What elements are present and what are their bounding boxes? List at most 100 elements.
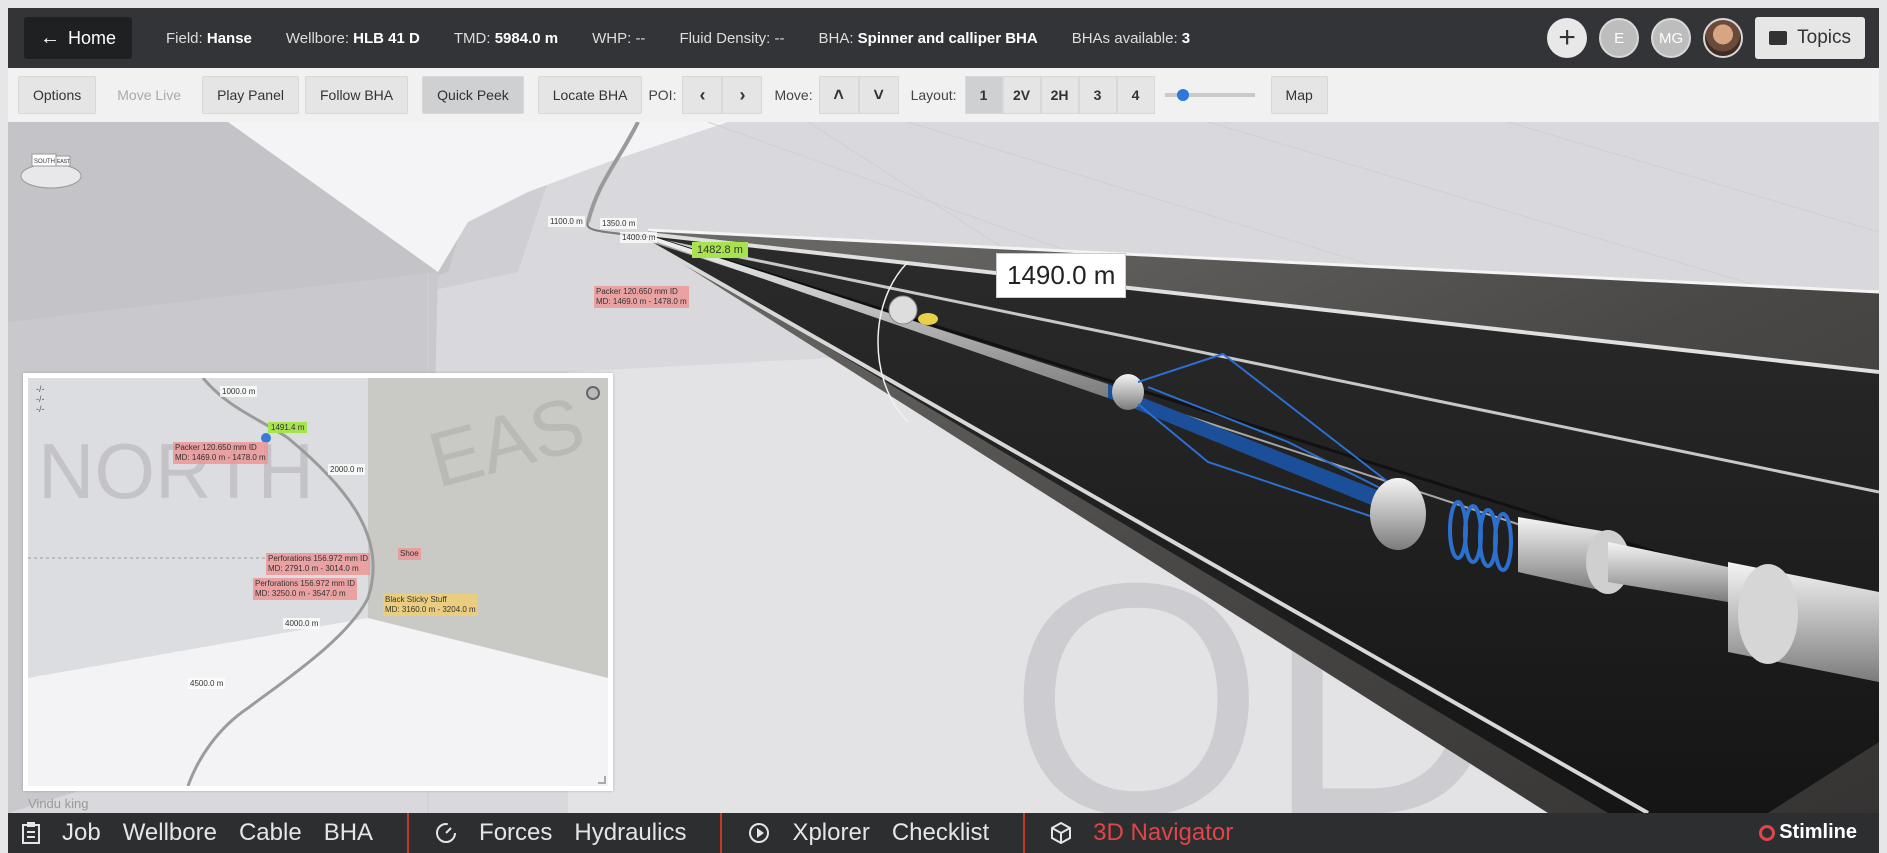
avatar-mg[interactable]: MG xyxy=(1651,18,1692,58)
vindu-label: Vindu king xyxy=(28,796,89,811)
home-button[interactable]: ← Home xyxy=(24,17,133,59)
minimap-label-2000: 2000.0 m xyxy=(328,464,366,475)
minimap-bha-depth[interactable]: 1491.4 m xyxy=(268,422,308,433)
sticky-label-line1: Black Sticky Stuff xyxy=(385,595,447,604)
minimap-coord-2: -/- xyxy=(36,394,45,404)
nav-xplorer[interactable]: Xplorer xyxy=(792,819,869,847)
move-down-button[interactable]: ˅ xyxy=(858,76,899,114)
layout-1-button[interactable]: 1 xyxy=(964,76,1003,114)
quick-peek-button[interactable]: Quick Peek xyxy=(422,76,524,114)
layout-3-button[interactable]: 3 xyxy=(1078,76,1117,114)
nav-wellbore[interactable]: Wellbore xyxy=(123,819,217,847)
nav-cable[interactable]: Cable xyxy=(239,819,302,847)
minimap-coord-1: -/- xyxy=(36,384,45,394)
perforations-1-line1: Perforations 156.972 mm ID xyxy=(268,554,369,563)
bottom-nav-bar: Job Wellbore Cable BHA Forces Hydraulics… xyxy=(8,813,1879,853)
fluid-density-info: Fluid Density: -- xyxy=(679,29,785,47)
spinner-collar xyxy=(1370,478,1426,550)
packer-label-line2: MD: 1469.0 m - 1478.0 m xyxy=(596,297,687,306)
minimap-perforations-1[interactable]: Perforations 156.972 mm ID MD: 2791.0 m … xyxy=(266,553,371,575)
minimap-coord-3: -/- xyxy=(36,404,45,414)
layout-label: Layout: xyxy=(910,87,957,103)
nav-separator-2 xyxy=(720,813,723,853)
nav-hydraulics[interactable]: Hydraulics xyxy=(574,819,686,847)
follow-bha-button[interactable]: Follow BHA xyxy=(305,76,409,114)
nav-checklist[interactable]: Checklist xyxy=(892,819,989,847)
top-right-controls: + E MG Topics xyxy=(1547,17,1865,59)
compass-widget[interactable]: SOUTH EAST xyxy=(18,150,84,190)
minimap-perforations-2[interactable]: Perforations 156.972 mm ID MD: 3250.0 m … xyxy=(253,578,358,600)
avatar-e[interactable]: E xyxy=(1599,18,1640,58)
whp-info: WHP: -- xyxy=(592,29,646,47)
layout-2h-button[interactable]: 2H xyxy=(1040,76,1079,114)
depth-label-1350: 1350.0 m xyxy=(600,218,638,229)
compass-south-label: SOUTH xyxy=(34,159,55,165)
depth-label-1100: 1100.0 m xyxy=(548,216,585,227)
layout-2v-button[interactable]: 2V xyxy=(1002,76,1041,114)
minimap-label-4500: 4500.0 m xyxy=(188,678,226,689)
nav-3d-navigator[interactable]: 3D Navigator xyxy=(1093,819,1233,847)
field-info: Field: Hanse xyxy=(166,29,252,47)
topics-label: Topics xyxy=(1797,27,1851,48)
sticky-label-line2: MD: 3160.0 m - 3204.0 m xyxy=(385,605,476,614)
add-button[interactable]: + xyxy=(1547,18,1588,58)
fluid-density-value: -- xyxy=(774,29,785,47)
compass-base xyxy=(20,163,82,189)
stimline-logo: Stimline xyxy=(1759,821,1857,844)
minimap-label-4000: 4000.0 m xyxy=(283,618,321,629)
minimap-packer-label[interactable]: Packer 120.650 mm ID MD: 1469.0 m - 1478… xyxy=(173,442,268,464)
stimline-logo-mark xyxy=(1759,824,1776,841)
nav-job[interactable]: Job xyxy=(62,819,101,847)
perforations-2-line1: Perforations 156.972 mm ID xyxy=(255,579,356,588)
minimap-packer-line1: Packer 120.650 mm ID xyxy=(175,443,257,452)
locate-bha-button[interactable]: Locate BHA xyxy=(537,76,643,114)
plus-icon: + xyxy=(1558,21,1576,54)
poi-label: POI: xyxy=(648,87,677,103)
minimap-shoe-label[interactable]: Shoe xyxy=(398,548,421,560)
user-avatar-photo[interactable] xyxy=(1703,18,1744,58)
nav-forces[interactable]: Forces xyxy=(479,819,552,847)
chevron-right-icon: › xyxy=(739,84,746,105)
field-value: Hanse xyxy=(206,29,252,47)
quick-peek-minimap[interactable]: NORTH EAS -/- -/- -/- 1000.0 m 1491.4 m … xyxy=(23,373,613,791)
options-button[interactable]: Options xyxy=(18,76,97,114)
top-bar: ← Home Field: Hanse Wellbore: HLB 41 D T… xyxy=(8,8,1879,68)
nav-separator-1 xyxy=(407,813,410,853)
wellbore-value: HLB 41 D xyxy=(353,29,420,47)
whp-value: -- xyxy=(635,29,646,47)
layout-4-button[interactable]: 4 xyxy=(1116,76,1155,114)
chevron-down-icon: ˅ xyxy=(873,84,884,105)
move-up-button[interactable]: ˄ xyxy=(818,76,859,114)
minimap-packer-line2: MD: 1469.0 m - 1478.0 m xyxy=(175,453,266,462)
3d-viewport[interactable]: OD SOUTH EAST 1100.0 m 1350.0 m 1400.0 m… xyxy=(8,122,1879,813)
packer-label-line1: Packer 120.650 mm ID xyxy=(596,287,678,296)
move-label: Move: xyxy=(774,87,813,103)
gauge-icon[interactable] xyxy=(435,822,457,844)
clipboard-icon[interactable] xyxy=(22,822,40,844)
minimap-settings-icon[interactable] xyxy=(586,386,600,400)
bha-depth-badge[interactable]: 1482.8 m xyxy=(692,242,748,258)
topics-button[interactable]: Topics xyxy=(1755,17,1865,59)
move-live-button[interactable]: Move Live xyxy=(102,76,196,114)
packer-label[interactable]: Packer 120.650 mm ID MD: 1469.0 m - 1478… xyxy=(594,286,689,308)
chevron-left-icon: ‹ xyxy=(699,84,706,105)
compass-east-label: EAST xyxy=(57,159,70,165)
layout-slider[interactable] xyxy=(1164,89,1255,101)
minimap-sticky-label[interactable]: Black Sticky Stuff MD: 3160.0 m - 3204.0… xyxy=(383,594,478,616)
play-panel-button[interactable]: Play Panel xyxy=(202,76,299,114)
play-circle-icon[interactable] xyxy=(748,822,770,844)
slider-knob[interactable] xyxy=(1176,89,1189,101)
map-button[interactable]: Map xyxy=(1270,76,1328,114)
nav-bha[interactable]: BHA xyxy=(324,819,373,847)
cube-icon[interactable] xyxy=(1051,822,1072,844)
stimline-logo-text: Stimline xyxy=(1779,821,1857,843)
bhas-available-info: BHAs available: 3 xyxy=(1071,29,1191,47)
bhas-available-value: 3 xyxy=(1181,29,1191,47)
perforations-2-line2: MD: 3250.0 m - 3547.0 m xyxy=(255,589,346,598)
chevron-up-icon: ˄ xyxy=(833,84,844,105)
minimap-resize-handle[interactable] xyxy=(598,776,606,784)
poi-prev-button[interactable]: ‹ xyxy=(682,76,723,114)
tool-marker-yellow xyxy=(918,313,938,325)
minimap-north-text: NORTH xyxy=(38,427,314,515)
poi-next-button[interactable]: › xyxy=(722,76,763,114)
